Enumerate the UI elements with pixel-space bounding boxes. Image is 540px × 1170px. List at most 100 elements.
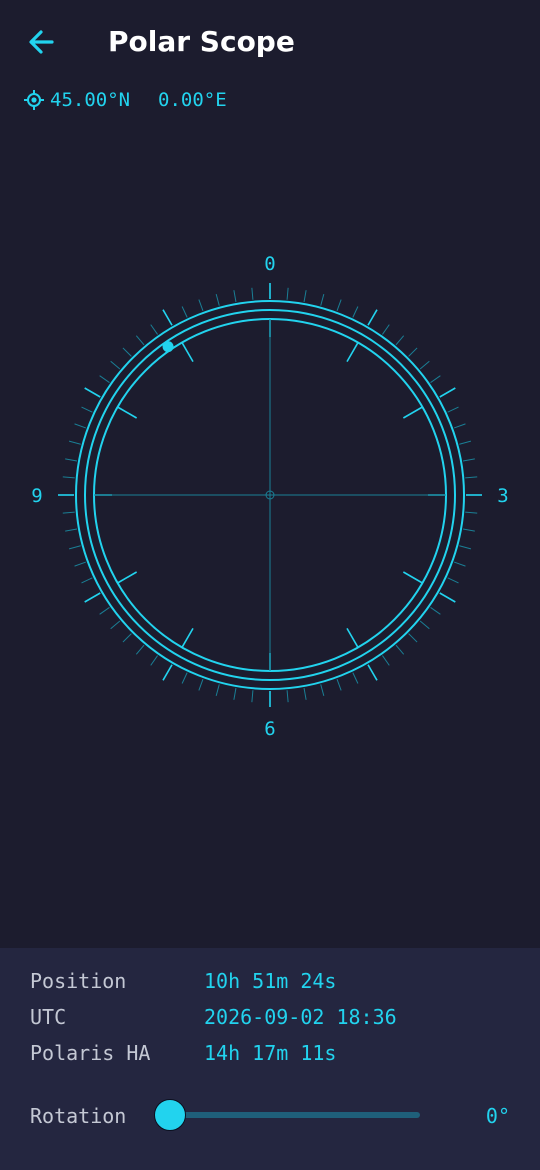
latitude-value: 45.00°N	[50, 89, 131, 111]
minor-tick	[430, 607, 441, 615]
minor-tick	[198, 679, 204, 691]
minor-tick	[122, 347, 132, 357]
hour-tick-inner	[117, 571, 138, 584]
minor-tick	[215, 293, 220, 306]
hour-tick-outer	[367, 664, 378, 681]
hour-tick-inner	[117, 406, 138, 419]
rotation-slider-track[interactable]	[170, 1112, 420, 1118]
minor-tick	[459, 440, 472, 445]
minor-tick	[81, 406, 93, 413]
minor-tick	[110, 620, 121, 630]
minor-tick	[408, 347, 418, 357]
minor-tick	[181, 306, 188, 318]
minor-tick	[454, 423, 466, 429]
gps-target-icon	[24, 90, 44, 110]
hour-tick-inner	[181, 342, 194, 363]
minor-tick	[181, 672, 188, 684]
hour-tick-inner	[346, 627, 359, 648]
minor-tick	[251, 690, 254, 703]
minor-tick	[215, 684, 220, 697]
minor-tick	[135, 335, 145, 346]
app-header: Polar Scope	[0, 0, 540, 84]
hour-tick-outer	[162, 664, 173, 681]
polaris-marker	[162, 341, 174, 353]
minor-tick	[150, 324, 158, 335]
utc-value: 2026-09-02 18:36	[204, 1005, 397, 1029]
minor-tick	[135, 644, 145, 655]
minor-tick	[62, 476, 75, 479]
minor-tick	[382, 655, 390, 666]
position-label: Position	[30, 969, 127, 993]
minor-tick	[352, 306, 359, 318]
minor-tick	[99, 607, 110, 615]
hour-tick-outer	[84, 387, 101, 398]
hour-tick-inner	[402, 406, 423, 419]
minor-tick	[336, 679, 342, 691]
minor-tick	[408, 633, 418, 643]
minor-tick	[419, 360, 430, 370]
minor-tick	[233, 687, 237, 700]
minor-tick	[465, 476, 478, 479]
minor-tick	[286, 287, 289, 300]
back-button[interactable]	[22, 24, 62, 60]
hour-tick-inner	[181, 627, 194, 648]
minor-tick	[454, 561, 466, 567]
minor-tick	[336, 299, 342, 311]
minor-tick	[62, 511, 75, 514]
minor-tick	[352, 672, 359, 684]
minor-tick	[303, 290, 307, 303]
minor-tick	[81, 577, 93, 584]
position-value: 10h 51m 24s	[204, 969, 337, 993]
minor-tick	[320, 684, 325, 697]
minor-tick	[233, 290, 237, 303]
minor-tick	[74, 423, 86, 429]
info-panel: Position 10h 51m 24s UTC 2026-09-02 18:3…	[0, 948, 540, 1170]
minor-tick	[395, 644, 405, 655]
longitude-value: 0.00°E	[158, 89, 227, 111]
rotation-slider-thumb[interactable]	[154, 1099, 186, 1131]
polaris-ha-label: Polaris HA	[30, 1041, 151, 1065]
minor-tick	[68, 545, 81, 550]
minor-tick	[65, 528, 78, 532]
hour-tick-outer	[367, 309, 378, 326]
minor-tick	[122, 633, 132, 643]
minor-tick	[198, 299, 204, 311]
minor-tick	[430, 375, 441, 383]
minor-tick	[303, 687, 307, 700]
minor-tick	[465, 511, 478, 514]
clock-label-6: 6	[264, 718, 275, 740]
minor-tick	[462, 528, 475, 532]
hour-tick-outer	[439, 387, 456, 398]
hour-tick-inner	[346, 342, 359, 363]
minor-tick	[150, 655, 158, 666]
rotation-value: 0°	[485, 1104, 510, 1128]
clock-label-0: 0	[264, 253, 275, 275]
polaris-ha-value: 14h 17m 11s	[204, 1041, 337, 1065]
arrow-left-icon	[29, 30, 54, 54]
clock-label-9: 9	[31, 485, 42, 507]
utc-label: UTC	[30, 1005, 67, 1029]
hour-tick-outer	[439, 592, 456, 603]
clock-label-3: 3	[497, 485, 508, 507]
minor-tick	[382, 324, 390, 335]
minor-tick	[65, 458, 78, 462]
minor-tick	[110, 360, 121, 370]
minor-tick	[68, 440, 81, 445]
hour-tick-outer	[84, 592, 101, 603]
polar-scope-reticle[interactable]: 0 3 6 9	[20, 245, 520, 745]
minor-tick	[447, 406, 459, 413]
minor-tick	[419, 620, 430, 630]
minor-tick	[320, 293, 325, 306]
minor-tick	[459, 545, 472, 550]
minor-tick	[251, 287, 254, 300]
minor-tick	[462, 458, 475, 462]
minor-tick	[395, 335, 405, 346]
rotation-label: Rotation	[30, 1104, 127, 1128]
minor-tick	[286, 690, 289, 703]
hour-tick-inner	[402, 571, 423, 584]
page-title: Polar Scope	[108, 25, 295, 58]
hour-tick-outer	[162, 309, 173, 326]
minor-tick	[74, 561, 86, 567]
minor-tick	[99, 375, 110, 383]
minor-tick	[447, 577, 459, 584]
